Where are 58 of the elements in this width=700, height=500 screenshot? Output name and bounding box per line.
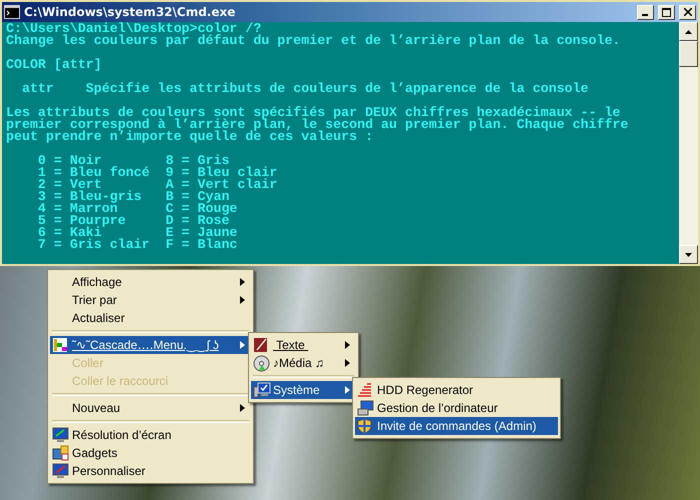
- console-line: 0 = Noir 8 = Gris: [36, 155, 230, 167]
- menu-item[interactable]: Texte: [251, 336, 356, 354]
- close-button[interactable]: [679, 4, 696, 20]
- console-line: premier correspond à l’arrière plan, le second au premier plan. Chaque chiffre: [6, 119, 630, 131]
- menu-item[interactable]: ˜∿˜Cascade‥‥Menu.‿‿ʃ ʖ: [50, 336, 251, 354]
- console-icon: [4, 5, 20, 19]
- notebook-pen-icon: [253, 337, 269, 353]
- menu-item[interactable]: Gadgets: [50, 444, 251, 462]
- down-arrow-icon: [685, 252, 692, 256]
- menu-item[interactable]: Nouveau: [50, 399, 251, 417]
- console-line: attr Spécifie les attributs de couleurs de l’apparence de la console: [20, 83, 590, 95]
- colored-blocks-icon: [52, 337, 68, 353]
- console-line: 5 = Pourpre D = Rose: [36, 215, 230, 227]
- menu-item[interactable]: Résolution d’écran: [50, 426, 251, 444]
- console-line: 3 = Bleu-gris B = Cyan: [36, 191, 230, 203]
- gadget-window-icon: [52, 445, 69, 461]
- submenu-arrow-icon: [345, 386, 350, 394]
- computer-network-icon: [357, 400, 374, 416]
- console-line: peut prendre n’importe quelle de ces valeurs :: [6, 131, 374, 143]
- menu-item[interactable]: Gestion de l’ordinateur: [355, 399, 558, 417]
- console-line: 6 = Kaki E = Jaune: [36, 227, 238, 239]
- menu-item[interactable]: Trier par: [50, 291, 251, 309]
- window-title: C:\Windows\system32\Cmd.exe: [24, 5, 236, 19]
- monitor-brush-icon: [52, 463, 69, 479]
- monitor-icon: [52, 427, 69, 443]
- disc-icon: [253, 354, 270, 372]
- menu-item[interactable]: Invite de commandes (Admin): [355, 417, 558, 435]
- minimize-button[interactable]: [637, 4, 654, 20]
- menu-item[interactable]: ♪Média ♫: [251, 354, 356, 372]
- close-icon: [684, 8, 692, 16]
- scroll-thumb[interactable]: [679, 41, 698, 67]
- computer-icon: [253, 382, 271, 398]
- submenu-arrow-icon: [240, 278, 245, 286]
- console-line: 4 = Marron C = Rouge: [36, 203, 238, 215]
- scroll-down-button[interactable]: [679, 245, 698, 264]
- scroll-up-button[interactable]: [679, 22, 698, 41]
- submenu-arrow-icon: [345, 341, 350, 349]
- maximize-button[interactable]: [658, 4, 675, 20]
- console-line: COLOR [attr]: [6, 59, 103, 71]
- console-line: Les attributs de couleurs sont spécifiés par DEUX chiffres hexadécimaux -- le: [6, 107, 620, 119]
- menu-item[interactable]: Personnaliser: [50, 462, 251, 480]
- shield-icon: [357, 418, 372, 434]
- menu-item[interactable]: Actualiser: [50, 309, 251, 327]
- console-line: 2 = Vert A = Vert clair: [36, 179, 278, 191]
- maximize-icon: [662, 8, 671, 16]
- submenu-arrow-icon: [240, 404, 245, 412]
- scrollbar[interactable]: [679, 22, 698, 264]
- menu-item[interactable]: HDD Regenerator: [355, 381, 558, 399]
- menu-item[interactable]: Affichage: [50, 273, 251, 291]
- console-line: C:\Users\Daniel\Desktop>color /?: [6, 23, 262, 35]
- console-line: 1 = Bleu foncé 9 = Bleu clair: [36, 167, 278, 179]
- console-line: 7 = Gris clair F = Blanc: [36, 239, 238, 251]
- up-arrow-icon: [685, 30, 692, 34]
- stripes-icon: [357, 383, 373, 397]
- submenu-arrow-icon: [240, 296, 245, 304]
- submenu-arrow-icon: [345, 359, 350, 367]
- console-line: Change les couleurs par défaut du premier et de l’arrière plan de la console.: [6, 35, 622, 47]
- submenu-arrow-icon: [240, 341, 245, 349]
